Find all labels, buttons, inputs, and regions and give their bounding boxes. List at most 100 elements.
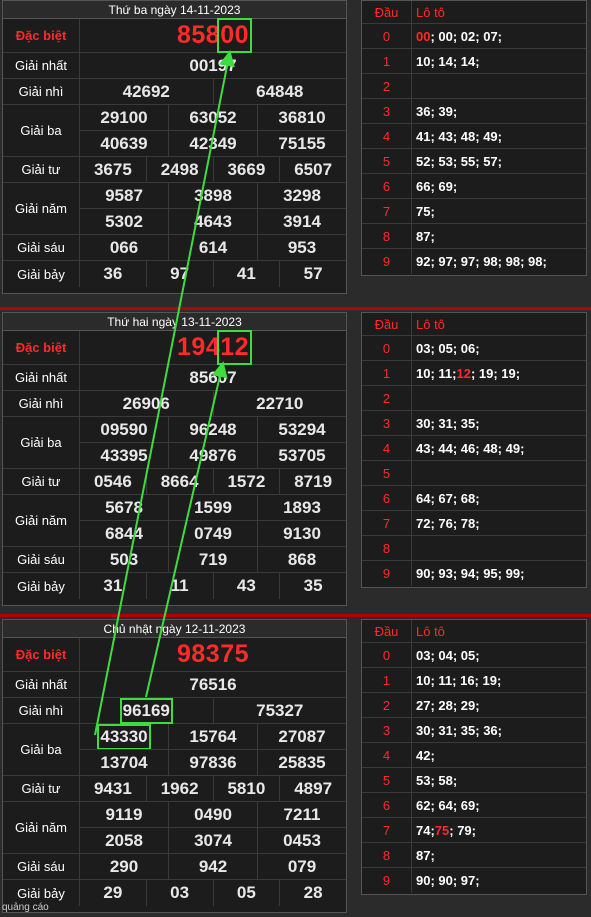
- prize-number: 7211: [283, 804, 321, 824]
- loto-values: 10; 11; 12; 19; 19;: [412, 361, 586, 385]
- loto-row: 1 10; 11; 12; 19; 19;: [362, 361, 586, 386]
- prize-number: 64848: [256, 81, 304, 101]
- loto-row: 5 53; 58;: [362, 768, 586, 793]
- prize-number: 03: [147, 880, 214, 906]
- prize-number: 97: [147, 261, 214, 287]
- prize-number: 63052: [169, 105, 258, 130]
- result-table: Thứ ba ngày 14-11-2023 Đặc biệt 858 00 Gi…: [2, 0, 347, 294]
- loto-head-digit: 0: [362, 336, 412, 360]
- prize-number: 29: [80, 880, 147, 906]
- prize-number: 4643: [169, 209, 258, 234]
- loto-row: 5: [362, 461, 586, 486]
- prize-label: Giải sáu: [3, 854, 80, 879]
- loto-head-digit: 8: [362, 224, 412, 248]
- third-prize-row: Giải ba 43330 15764 27087 13704 97836 25…: [3, 723, 346, 776]
- prize-number: 11: [147, 573, 214, 599]
- loto-row: 8 87;: [362, 224, 586, 249]
- result-date-title: Thứ hai ngày 13-11-2023: [3, 313, 346, 331]
- loto-row: 7 75;: [362, 199, 586, 224]
- prize-number-highlight: 43330: [97, 723, 151, 750]
- loto-row: 3 30; 31; 35; 36;: [362, 718, 586, 743]
- loto-header: Đầu Lô tô: [362, 620, 586, 643]
- prize-label: Giải năm: [3, 802, 80, 853]
- prize-number: 290: [80, 854, 169, 879]
- loto-head-digit: 5: [362, 149, 412, 173]
- prize-number: 42692: [80, 79, 214, 104]
- loto-head-digit: 0: [362, 24, 412, 48]
- loto-head-digit: 0: [362, 643, 412, 667]
- prize-number: 31: [80, 573, 147, 599]
- second-prize-row: Giải nhì 96169 75327: [3, 697, 346, 724]
- prize-label: Đặc biệt: [3, 331, 80, 364]
- loto-values: 52; 53; 55; 57;: [416, 153, 502, 169]
- prize-number: 53294: [278, 419, 326, 439]
- loto-row: 6 66; 69;: [362, 174, 586, 199]
- prize-number: 42349: [169, 131, 258, 156]
- loto-row: 8 87;: [362, 843, 586, 868]
- prize-number: 41: [214, 261, 281, 287]
- special-prize-head: 194: [176, 333, 221, 361]
- prize-number: 9119: [80, 802, 169, 827]
- loto-row: 7 74; 75; 79;: [362, 818, 586, 843]
- loto-row: 5 52; 53; 55; 57;: [362, 149, 586, 174]
- dau-header: Đầu: [362, 620, 412, 642]
- loto-head-digit: 6: [362, 486, 412, 510]
- prize-label: Giải nhì: [3, 79, 80, 104]
- result-date-title: Chủ nhật ngày 12-11-2023: [3, 620, 346, 638]
- loto-head-digit: 8: [362, 536, 412, 560]
- seventh-prize-row: Giải bảy 36 97 41 57: [3, 261, 346, 287]
- prize-label: Giải sáu: [3, 547, 80, 572]
- loto-head-digit: 2: [362, 386, 412, 410]
- loto-values: [412, 386, 586, 410]
- loto-head-digit: 6: [362, 793, 412, 817]
- loto-head-digit: 7: [362, 199, 412, 223]
- prize-number: 6844: [80, 521, 169, 546]
- loto-row: 2: [362, 386, 586, 411]
- loto-values: 53; 58;: [416, 772, 458, 788]
- loto-row: 6 62; 64; 69;: [362, 793, 586, 818]
- prize-number: 3914: [283, 211, 321, 231]
- fourth-prize-row: Giải tư 3675 2498 3669 6507: [3, 157, 346, 183]
- prize-number: 868: [287, 549, 317, 569]
- special-prize-row: Đặc biệt 98375: [3, 638, 346, 672]
- prize-number: 1572: [214, 469, 281, 494]
- loto-head-digit: 1: [362, 668, 412, 692]
- fifth-prize-row: Giải năm 9587 3898 3298 5302 4643 3914: [3, 183, 346, 235]
- prize-number: 0546: [80, 469, 147, 494]
- loto-values: 10; 11; 16; 19;: [416, 672, 502, 688]
- loto-head-digit: 9: [362, 249, 412, 274]
- loto-values: 87;: [416, 847, 435, 863]
- special-prize-tail-highlight: 00: [217, 18, 252, 53]
- dau-header: Đầu: [362, 1, 412, 23]
- prize-label: Giải tư: [3, 776, 80, 801]
- loto-head-digit: 5: [362, 768, 412, 792]
- prize-number: 76516: [189, 674, 237, 694]
- third-prize-row: Giải ba 29100 63052 36810 40639 42349 75…: [3, 105, 346, 157]
- loto-values: 75;: [416, 203, 435, 219]
- loto-header: Đầu Lô tô: [362, 313, 586, 336]
- special-prize-value: 858 00: [80, 18, 346, 53]
- prize-number: 13704: [80, 750, 169, 775]
- loto-values: 72; 76; 78;: [416, 515, 480, 531]
- loto-head-digit: 4: [362, 743, 412, 767]
- loto-row: 1 10; 11; 16; 19;: [362, 668, 586, 693]
- prize-label: Giải sáu: [3, 235, 80, 260]
- prize-number: 05: [214, 880, 281, 906]
- result-panel-12-11: Chủ nhật ngày 12-11-2023 Đặc biệt 98375 …: [0, 614, 591, 914]
- prize-number: 3669: [214, 157, 281, 182]
- prize-number: 3298: [283, 185, 321, 205]
- prize-number: 0749: [169, 521, 258, 546]
- loto-row: 2: [362, 74, 586, 99]
- loto-values: 74; 75; 79;: [412, 818, 586, 842]
- loto-row: 0 00; 00; 02; 07;: [362, 24, 586, 49]
- result-table: Chủ nhật ngày 12-11-2023 Đặc biệt 98375 …: [2, 619, 347, 913]
- prize-label: Giải năm: [3, 183, 80, 234]
- prize-number: 1599: [169, 495, 258, 520]
- loto-row: 3 36; 39;: [362, 99, 586, 124]
- special-prize-row: Đặc biệt 858 00: [3, 18, 346, 53]
- loto-rest: ; 00; 02; 07;: [430, 28, 503, 44]
- loto-head-digit: 5: [362, 461, 412, 485]
- loto-pre: 10; 11;: [416, 365, 457, 381]
- loto-head-digit: 3: [362, 99, 412, 123]
- loto-values: 00; 00; 02; 07;: [412, 24, 586, 48]
